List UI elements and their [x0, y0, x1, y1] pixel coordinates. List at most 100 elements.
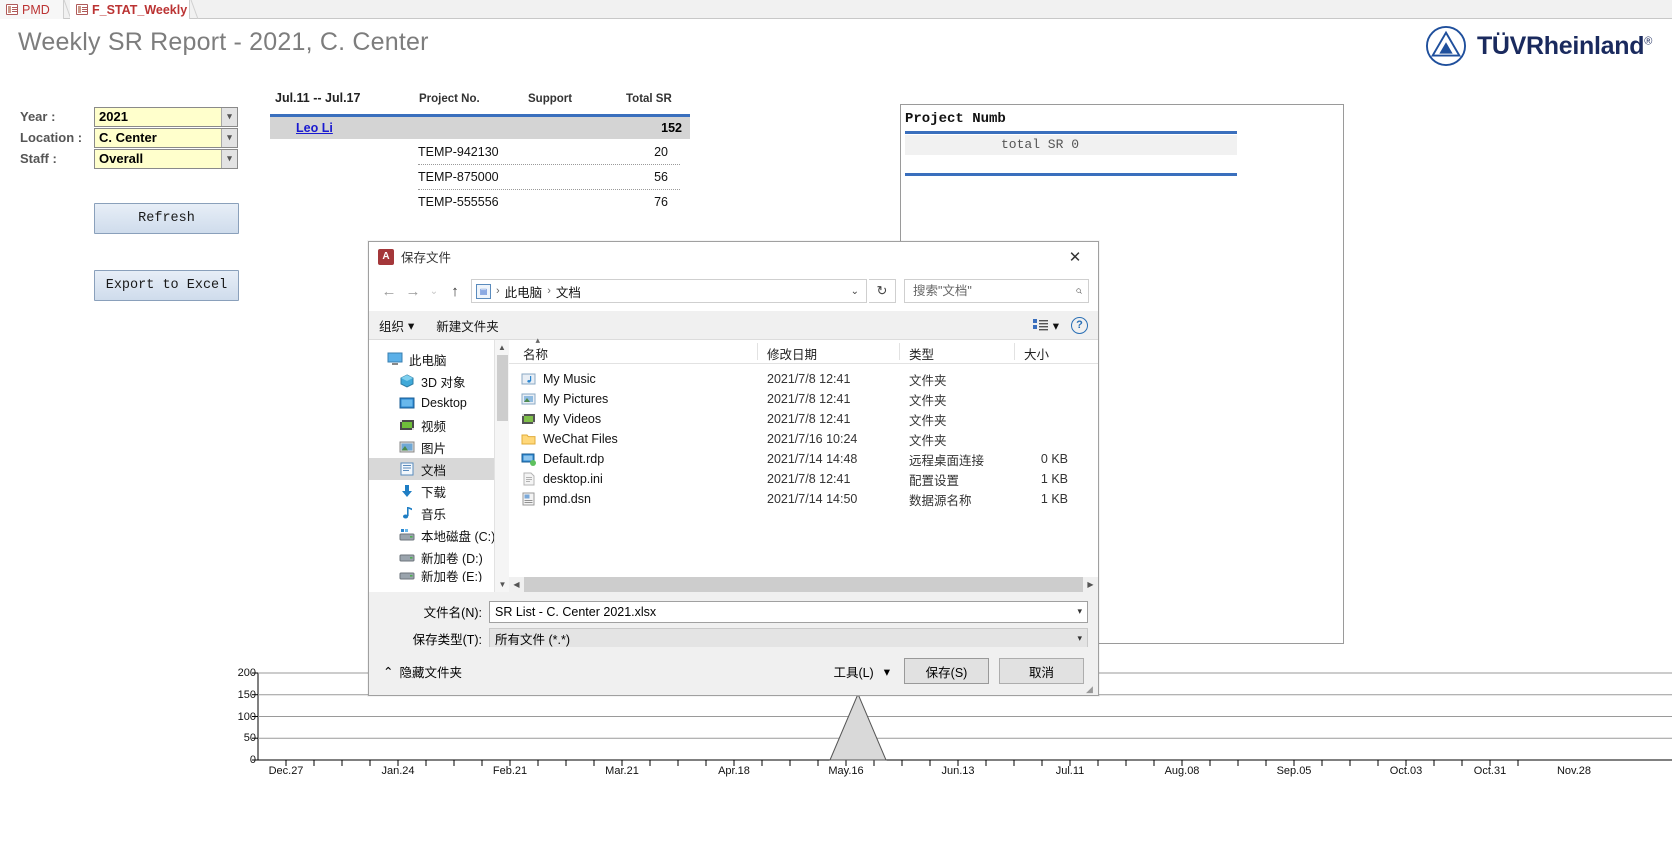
resize-grip-icon[interactable]: ◢ — [1086, 684, 1096, 694]
list-item[interactable]: WeChat Files 2021/7/16 10:24 文件夹 — [509, 429, 1098, 449]
pictures-icon — [399, 441, 415, 453]
group-total-sr: 152 — [661, 121, 682, 135]
chevron-down-icon[interactable]: ▾ — [221, 107, 237, 126]
organize-menu[interactable]: 组织 ▾ — [379, 316, 414, 335]
save-file-dialog: A 保存文件 ✕ ← → ⌄ ↑ ▤ › 此电脑 › 文档 ⌄ ↻ 组织 ▾ — [368, 241, 1099, 696]
save-button[interactable]: 保存(S) — [904, 658, 989, 684]
chevron-up-icon: ⌃ — [383, 664, 394, 679]
chevron-down-icon[interactable]: ▾ — [1077, 633, 1082, 644]
refresh-button[interactable]: Refresh — [94, 203, 239, 234]
tab-strip: PMD F_STAT_Weekly — [0, 0, 1672, 19]
registered-mark: ® — [1644, 35, 1652, 48]
tree-item-local-disk-c[interactable]: 本地磁盘 (C:) — [369, 524, 509, 546]
address-bar[interactable]: ▤ › 此电脑 › 文档 ⌄ — [471, 279, 867, 303]
tree-item-volume-e[interactable]: 新加卷 (E:) — [369, 568, 509, 582]
column-header-type[interactable]: 类型 — [909, 344, 934, 363]
column-divider[interactable] — [757, 343, 758, 360]
refresh-icon[interactable]: ↻ — [869, 279, 896, 303]
tree-label: 音乐 — [421, 507, 447, 522]
list-item[interactable]: desktop.ini 2021/7/8 12:41 配置设置 1 KB — [509, 469, 1098, 489]
documents-icon — [400, 462, 414, 476]
column-divider[interactable] — [899, 343, 900, 360]
tools-menu[interactable]: 工具(L) ▾ — [833, 662, 894, 681]
y-tick-150: 150 — [237, 688, 256, 701]
recent-locations-icon[interactable]: ⌄ — [426, 279, 442, 303]
scroll-thumb[interactable] — [524, 577, 1083, 592]
x-tick-12: Nov.28 — [1556, 765, 1592, 777]
chevron-down-icon[interactable]: ▾ — [221, 128, 237, 147]
file-type: 文件夹 — [909, 413, 947, 428]
export-to-excel-button[interactable]: Export to Excel — [94, 270, 239, 301]
tab-pmd[interactable]: PMD — [0, 0, 64, 19]
page-title: Weekly SR Report - 2021, C. Center — [18, 28, 429, 56]
tree-item-downloads[interactable]: 下载 — [369, 480, 509, 502]
scroll-thumb[interactable] — [497, 355, 508, 421]
filename-input[interactable]: SR List - C. Center 2021.xlsx ▾ — [489, 600, 1088, 623]
x-tick-0: Dec.27 — [268, 765, 304, 777]
tree-item-this-pc[interactable]: 此电脑 — [369, 348, 509, 370]
tree-label: 图片 — [421, 441, 447, 456]
back-arrow-icon[interactable]: ← — [378, 279, 400, 303]
tab-f-stat-weekly-label: F_STAT_Weekly — [92, 2, 188, 17]
tree-item-pictures[interactable]: 图片 — [369, 436, 509, 458]
view-mode-button[interactable]: ▾ — [1032, 318, 1059, 333]
column-header-date-modified[interactable]: 修改日期 — [767, 344, 817, 363]
tree-label: 视频 — [421, 419, 447, 434]
project-no: TEMP-555556 — [418, 195, 499, 209]
list-item[interactable]: My Pictures 2021/7/8 12:41 文件夹 — [509, 389, 1098, 409]
tree-label: Desktop — [421, 396, 467, 410]
tree-scrollbar[interactable]: ▲ ▼ — [494, 340, 509, 592]
chevron-down-icon: ▾ — [883, 664, 890, 679]
tab-f-stat-weekly[interactable]: F_STAT_Weekly — [70, 0, 190, 19]
list-item[interactable]: pmd.dsn 2021/7/14 14:50 数据源名称 1 KB — [509, 489, 1098, 509]
pictures-folder-icon — [521, 393, 536, 405]
staff-select[interactable]: Overall ▾ — [94, 148, 238, 169]
breadcrumb-this-pc[interactable]: 此电脑 — [505, 282, 543, 301]
location-label: Location : — [20, 130, 83, 145]
breadcrumb-documents[interactable]: 文档 — [556, 282, 581, 301]
videos-folder-icon — [522, 414, 535, 424]
tree-item-volume-d[interactable]: 新加卷 (D:) — [369, 546, 509, 568]
year-select[interactable]: 2021 ▾ — [94, 106, 238, 127]
scroll-left-icon[interactable]: ◀ — [509, 580, 524, 589]
y-tick-100: 100 — [237, 710, 256, 723]
list-item[interactable]: Default.rdp 2021/7/14 14:48 远程桌面连接 0 KB — [509, 449, 1098, 469]
up-arrow-icon[interactable]: ↑ — [444, 279, 466, 303]
list-item[interactable]: My Videos 2021/7/8 12:41 文件夹 — [509, 409, 1098, 429]
tree-item-videos[interactable]: 视频 — [369, 414, 509, 436]
new-folder-button[interactable]: 新建文件夹 — [436, 316, 499, 335]
file-list-horizontal-scrollbar[interactable]: ◀ ▶ — [509, 577, 1098, 592]
chevron-down-icon[interactable]: ▾ — [221, 149, 237, 168]
cancel-button[interactable]: 取消 — [999, 658, 1084, 684]
column-header-name[interactable]: 名称 — [523, 335, 548, 363]
staff-link-leo-li[interactable]: Leo Li — [296, 121, 333, 135]
scroll-up-icon[interactable]: ▲ — [495, 340, 509, 355]
scroll-down-icon[interactable]: ▼ — [495, 577, 510, 592]
x-tick-1: Jan.24 — [381, 765, 415, 777]
tree-item-music[interactable]: 音乐 — [369, 502, 509, 524]
subreport-title: Project Numb — [905, 111, 1006, 127]
column-divider[interactable] — [1014, 343, 1015, 360]
chevron-down-icon[interactable]: ▾ — [1077, 606, 1082, 617]
scroll-right-icon[interactable]: ▶ — [1083, 580, 1098, 589]
file-type: 文件夹 — [909, 393, 947, 408]
list-item[interactable]: My Music 2021/7/8 12:41 文件夹 — [509, 369, 1098, 389]
view-list-icon — [1032, 318, 1048, 330]
forward-arrow-icon[interactable]: → — [402, 279, 424, 303]
search-box[interactable] — [904, 279, 1089, 303]
close-icon[interactable]: ✕ — [1052, 242, 1098, 271]
location-select[interactable]: C. Center ▾ — [94, 127, 238, 148]
help-icon[interactable]: ? — [1071, 316, 1088, 334]
tree-item-documents[interactable]: 文档 — [369, 458, 509, 480]
x-tick-2: Feb.21 — [492, 765, 528, 777]
footer-buttons: 工具(L) ▾ 保存(S) 取消 — [833, 658, 1084, 684]
hide-folders-toggle[interactable]: ⌃ 隐藏文件夹 — [383, 662, 462, 681]
tree-item-desktop[interactable]: Desktop — [369, 392, 509, 414]
tree-item-3d-objects[interactable]: 3D 对象 — [369, 370, 509, 392]
search-input[interactable] — [911, 283, 1076, 299]
file-name: WeChat Files — [543, 432, 618, 446]
row-total-sr: 56 — [654, 170, 668, 184]
chevron-down-icon[interactable]: ⌄ — [851, 286, 862, 297]
column-header-size[interactable]: 大小 — [1024, 344, 1049, 363]
3d-objects-icon — [400, 374, 414, 388]
